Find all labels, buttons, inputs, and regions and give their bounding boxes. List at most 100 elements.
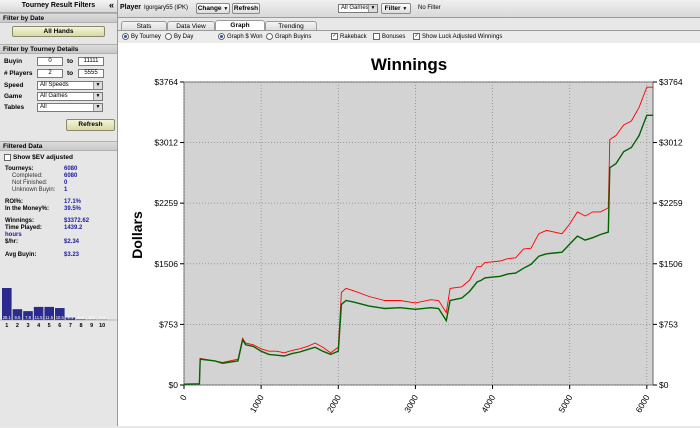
show-ev-checkbox[interactable]: [4, 154, 11, 161]
filters-panel-title: Tourney Result Filters: [0, 0, 117, 13]
graph-buyins-option[interactable]: Graph Buyins: [266, 31, 311, 43]
winnings-value: $3372.62: [64, 218, 89, 224]
games-select[interactable]: All Games▼: [338, 4, 378, 13]
tab-data-view[interactable]: Data View: [167, 21, 215, 30]
unknown-buyin-value: 1: [64, 187, 67, 193]
histogram-bin-label: 1: [5, 323, 8, 329]
all-hands-button[interactable]: All Hands: [12, 26, 105, 37]
y-tick-label: $2259: [154, 198, 178, 208]
hourly-value: $2.34: [64, 239, 79, 245]
y-tick-label-right: $1506: [659, 259, 683, 269]
players-to-label: to: [67, 70, 73, 77]
by-day-label: By Day: [174, 34, 193, 40]
bonuses-label: Bonuses: [382, 34, 405, 40]
histogram-value-label: 28.1: [3, 315, 12, 320]
histogram-bin-label: 8: [79, 323, 82, 329]
itm-label: In the Money%:: [5, 206, 49, 212]
chart-title: Winnings: [371, 55, 447, 74]
buyin-to-input[interactable]: 11111: [78, 57, 104, 66]
chevron-down-icon: ▼: [223, 6, 228, 12]
y-tick-label: $753: [159, 319, 178, 329]
tab-graph[interactable]: Graph: [215, 20, 265, 30]
speed-select-value: All Speeds: [40, 82, 69, 88]
roi-value: 17.1%: [64, 199, 81, 205]
filter-label: Filter: [385, 5, 401, 12]
filters-panel: Tourney Result Filters « Filter by Date …: [0, 0, 118, 426]
y-tick-label-right: $0: [659, 380, 669, 390]
histogram-value-label: 10.5: [56, 315, 65, 320]
filter-by-date-header: Filter by Date: [0, 13, 117, 23]
y-tick-label: $0: [169, 380, 179, 390]
by-day-option[interactable]: By Day: [165, 31, 193, 43]
refresh-button[interactable]: Refresh: [232, 3, 260, 14]
change-player-button[interactable]: Change ▼: [196, 3, 230, 14]
chevron-down-icon: ▼: [402, 6, 407, 12]
y-tick-label-right: $753: [659, 319, 678, 329]
winnings-label: Winnings:: [5, 218, 34, 224]
luck-adjusted-option[interactable]: ✓Show Luck Adjusted Winnings: [413, 31, 502, 43]
top-toolbar: Player Igorgary55 (IPK) Change ▼ Refresh…: [118, 0, 700, 18]
graph-won-option[interactable]: Graph $ Won: [218, 31, 263, 43]
histogram-bin-label: 2: [16, 323, 19, 329]
change-label: Change: [198, 5, 222, 12]
show-ev-checkbox-row[interactable]: Show $EV adjusted: [4, 154, 73, 161]
x-tick-label: 4000: [479, 393, 497, 415]
y-tick-label-right: $3764: [659, 77, 683, 87]
player-label: Player: [120, 4, 141, 11]
time-played-label: Time Played:: [5, 225, 42, 231]
tab-stats[interactable]: Stats: [121, 21, 167, 30]
game-select[interactable]: All Games▼: [37, 92, 103, 101]
chart-area: $0$0$753$753$1506$1506$2259$2259$3012$30…: [118, 43, 700, 426]
x-tick-label: 1000: [248, 393, 266, 415]
radio-icon: [165, 33, 172, 40]
games-select-value: All Games: [341, 5, 369, 11]
histogram-value-label: 0.3: [99, 315, 105, 320]
filter-button[interactable]: Filter ▼: [381, 3, 411, 14]
tourneys-value: 6080: [64, 166, 77, 172]
x-tick-label: 3000: [402, 393, 420, 415]
chevron-down-icon: ▼: [93, 104, 102, 111]
graph-options-bar: By Tourney By Day Graph $ Won Graph Buyi…: [118, 30, 700, 44]
histogram-bin-label: 10: [99, 323, 105, 329]
not-finished-label: Not Finished:: [12, 180, 47, 186]
player-name: Igorgary55 (IPK): [144, 5, 188, 11]
tab-trending[interactable]: Trending: [265, 21, 317, 30]
show-ev-label: Show $EV adjusted: [13, 154, 73, 161]
hourly-label: $/hr:: [5, 239, 18, 245]
y-tick-label-right: $3012: [659, 138, 683, 148]
collapse-icon[interactable]: «: [109, 0, 114, 11]
speed-select[interactable]: All Speeds ▼: [37, 81, 103, 90]
buyin-label: Buyin: [4, 58, 22, 65]
chevron-down-icon: ▼: [93, 82, 102, 89]
x-tick-label: 6000: [633, 393, 651, 415]
tourneys-label: Tourneys:: [5, 166, 34, 172]
by-tourney-option[interactable]: By Tourney: [122, 31, 161, 43]
radio-selected-icon: [122, 33, 129, 40]
histogram-value-label: 7.8: [25, 315, 31, 320]
histogram-value-label: 11.5: [35, 315, 44, 320]
by-tourney-label: By Tourney: [131, 34, 161, 40]
players-from-input[interactable]: 2: [37, 69, 63, 78]
filter-refresh-button[interactable]: Refresh: [66, 119, 115, 131]
players-to-input[interactable]: 5555: [78, 69, 104, 78]
graph-buyins-label: Graph Buyins: [275, 34, 311, 40]
rakeback-option[interactable]: ✓Rakeback: [331, 31, 367, 43]
tables-select[interactable]: All▼: [37, 103, 103, 112]
winnings-chart: $0$0$753$753$1506$1506$2259$2259$3012$30…: [118, 43, 700, 426]
graph-won-label: Graph $ Won: [227, 34, 263, 40]
tables-label: Tables: [4, 104, 24, 111]
y-tick-label: $1506: [154, 259, 178, 269]
histogram-bin-label: 7: [69, 323, 72, 329]
filter-by-details-header: Filter by Tourney Details: [0, 44, 117, 54]
speed-label: Speed: [4, 82, 24, 89]
bonuses-option[interactable]: Bonuses: [373, 31, 405, 43]
chevron-down-icon: ▼: [93, 93, 102, 100]
buyin-to-label: to: [67, 58, 73, 65]
histogram-value-label: 9.5: [14, 315, 20, 320]
x-tick-label: 2000: [325, 393, 343, 415]
filter-status: No Filter: [418, 5, 441, 11]
chevron-down-icon: ▼: [368, 5, 377, 12]
x-tick-label: 0: [178, 393, 189, 402]
histogram-bin-label: 3: [26, 323, 29, 329]
buyin-from-input[interactable]: 0: [37, 57, 63, 66]
